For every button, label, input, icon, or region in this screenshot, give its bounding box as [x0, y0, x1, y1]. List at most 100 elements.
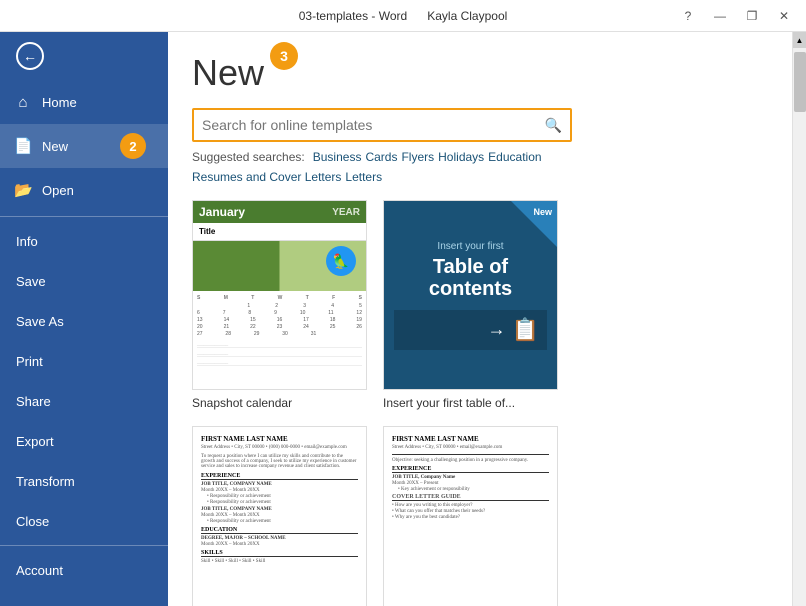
- resume2-divider: [392, 454, 549, 455]
- resume2-content: FIRST NAME LAST NAME Street Address • Ci…: [384, 427, 557, 606]
- app-container: ← ⌂ Home 📄 New 2 📂 Open Info Save Save A…: [0, 32, 806, 606]
- sidebar-item-info[interactable]: Info: [0, 221, 168, 261]
- close-button[interactable]: ✕: [770, 6, 798, 26]
- sidebar-item-save[interactable]: Save: [0, 261, 168, 301]
- title-bar: 03-templates - Word Kayla Claypool ? — ❐…: [0, 0, 806, 32]
- suggested-cards[interactable]: Cards: [365, 150, 397, 168]
- toc-new-badge: New: [533, 207, 552, 217]
- toc-content: New Insert your first Table ofcontents →…: [384, 201, 557, 389]
- sidebar-item-transform[interactable]: Transform: [0, 461, 168, 501]
- sidebar-share-label: Share: [16, 394, 51, 409]
- suggested-flyers[interactable]: Flyers: [401, 150, 434, 168]
- window-controls: ? — ❐ ✕: [674, 6, 798, 26]
- resume1-exp2-bullet1: • Responsibility or achievement: [201, 519, 358, 524]
- resume1-summary: To request a position where I can utiliz…: [201, 454, 358, 469]
- page-title: New: [192, 52, 264, 93]
- template-card-resume1[interactable]: FIRST NAME LAST NAME Street Address • Ci…: [192, 426, 367, 606]
- scrollbar-up-button[interactable]: ▲: [793, 32, 806, 48]
- page-title-container: New 3: [192, 52, 768, 94]
- search-input[interactable]: [202, 117, 545, 133]
- search-box[interactable]: 🔍: [192, 108, 572, 142]
- search-icon: 🔍: [545, 117, 562, 134]
- resume2-cover2: • What can you offer that matches their …: [392, 509, 549, 514]
- sidebar-saveas-label: Save As: [16, 314, 64, 329]
- suggested-searches: Suggested searches: Business Cards Flyer…: [192, 150, 572, 184]
- resume2-cover3: • Why are you the best candidate?: [392, 515, 549, 520]
- sidebar-export-label: Export: [16, 434, 54, 449]
- template-card-toc[interactable]: New Insert your first Table ofcontents →…: [383, 200, 558, 410]
- suggested-letters[interactable]: Letters: [345, 170, 382, 184]
- restore-button[interactable]: ❐: [738, 6, 766, 26]
- template-label-calendar: Snapshot calendar: [192, 396, 367, 410]
- scrollbar[interactable]: ▲: [792, 32, 806, 606]
- resume1-exp1: JOB TITLE, COMPANY NAME: [201, 482, 358, 487]
- minimize-button[interactable]: —: [706, 6, 734, 26]
- resume2-cover-section: COVER LETTER GUIDE: [392, 494, 549, 501]
- sidebar-print-label: Print: [16, 354, 43, 369]
- resume1-skills-section: SKILLS: [201, 550, 358, 557]
- resume1-name: FIRST NAME LAST NAME: [201, 435, 358, 443]
- sidebar-transform-label: Transform: [16, 474, 75, 489]
- resume1-exp2-date: Month 20XX – Month 20XX: [201, 513, 358, 518]
- back-button[interactable]: ←: [0, 32, 168, 80]
- scrollbar-thumb[interactable]: [794, 52, 806, 112]
- sidebar-new-label: New: [42, 139, 68, 154]
- resume2-exp1: JOB TITLE, Company Name: [392, 475, 549, 480]
- resume1-skills: Skill • Skill • Skill • Skill • Skill: [201, 559, 358, 564]
- suggested-business[interactable]: Business: [313, 150, 362, 168]
- template-thumb-resume2: FIRST NAME LAST NAME Street Address • Ci…: [383, 426, 558, 606]
- sidebar-info-label: Info: [16, 234, 38, 249]
- sidebar-item-saveas[interactable]: Save As: [0, 301, 168, 341]
- sidebar-home-label: Home: [42, 95, 77, 110]
- resume1-edu1-date: Month 20XX – Month 20XX: [201, 542, 358, 547]
- resume1-edu1: DEGREE, MAJOR – SCHOOL NAME: [201, 536, 358, 541]
- toc-doc-icon: 📋: [512, 317, 539, 343]
- sidebar-divider-1: [0, 216, 168, 217]
- resume2-exp-section: EXPERIENCE: [392, 466, 549, 473]
- suggested-resumes[interactable]: Resumes and Cover Letters: [192, 170, 341, 184]
- cal-grid: SMTWTFS 12345 6789101112 13141516171819: [193, 291, 366, 389]
- badge-3: 3: [270, 42, 298, 70]
- template-grid: January YEAR Title 🦜 SMTWTFS: [192, 200, 768, 606]
- template-thumb-calendar: January YEAR Title 🦜 SMTWTFS: [192, 200, 367, 390]
- sidebar: ← ⌂ Home 📄 New 2 📂 Open Info Save Save A…: [0, 32, 168, 606]
- sidebar-item-new[interactable]: 📄 New 2: [0, 124, 168, 168]
- filename-label: 03-templates - Word: [299, 9, 408, 23]
- user-label: Kayla Claypool: [427, 9, 507, 23]
- resume2-objective: Objective: seeking a challenging positio…: [392, 458, 549, 463]
- main-wrapper: New 3 🔍 Suggested searches: Business Car…: [168, 32, 806, 606]
- new-icon: 📄: [14, 137, 32, 155]
- resume1-content: FIRST NAME LAST NAME Street Address • Ci…: [193, 427, 366, 606]
- suggested-holidays[interactable]: Holidays: [438, 150, 484, 168]
- template-card-calendar[interactable]: January YEAR Title 🦜 SMTWTFS: [192, 200, 367, 410]
- cal-header: January YEAR: [193, 201, 366, 223]
- sidebar-item-open[interactable]: 📂 Open: [0, 168, 168, 212]
- sidebar-item-home[interactable]: ⌂ Home: [0, 80, 168, 124]
- template-card-resume2[interactable]: FIRST NAME LAST NAME Street Address • Ci…: [383, 426, 558, 606]
- resume2-cover1: • How are you writing to this employer?: [392, 503, 549, 508]
- help-button[interactable]: ?: [674, 6, 702, 26]
- sidebar-save-label: Save: [16, 274, 46, 289]
- suggested-label: Suggested searches:: [192, 150, 305, 168]
- resume2-exp1-date: Month 20XX – Present: [392, 481, 549, 486]
- resume2-name: FIRST NAME LAST NAME: [392, 435, 549, 443]
- template-thumb-toc: New Insert your first Table ofcontents →…: [383, 200, 558, 390]
- resume2-exp1-bullet: • Key achievement or responsibility: [392, 487, 549, 492]
- cal-image: 🦜: [193, 241, 366, 291]
- resume1-exp-section: EXPERIENCE: [201, 473, 358, 480]
- suggested-education[interactable]: Education: [488, 150, 541, 168]
- resume1-edu-section: EDUCATION: [201, 527, 358, 534]
- sidebar-item-export[interactable]: Export: [0, 421, 168, 461]
- toc-arrow-icon: →: [488, 319, 506, 340]
- sidebar-item-close[interactable]: Close: [0, 501, 168, 541]
- resume1-exp2: JOB TITLE, COMPANY NAME: [201, 507, 358, 512]
- cal-title: Title: [193, 223, 366, 241]
- sidebar-account-label: Account: [16, 563, 63, 578]
- sidebar-item-account[interactable]: Account: [0, 550, 168, 590]
- sidebar-item-share[interactable]: Share: [0, 381, 168, 421]
- main-content: New 3 🔍 Suggested searches: Business Car…: [168, 32, 792, 606]
- sidebar-item-print[interactable]: Print: [0, 341, 168, 381]
- template-label-toc: Insert your first table of...: [383, 396, 558, 410]
- sidebar-open-label: Open: [42, 183, 74, 198]
- back-icon: ←: [16, 42, 44, 70]
